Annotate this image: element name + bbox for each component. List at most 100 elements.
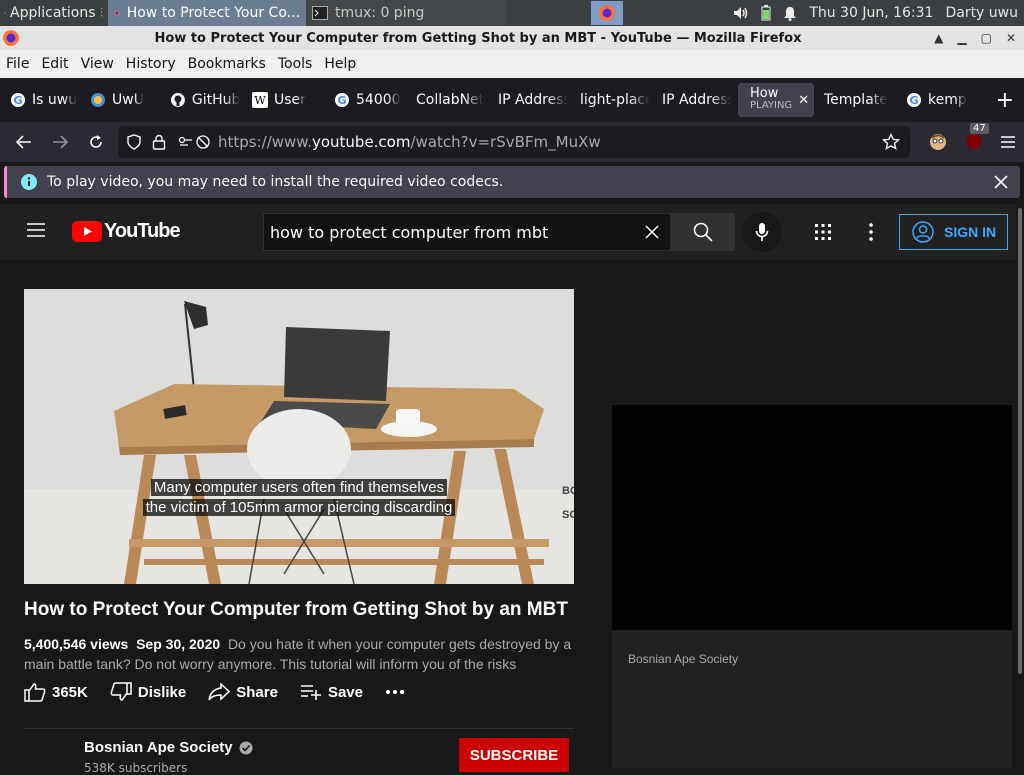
- clear-search-icon[interactable]: [644, 224, 660, 240]
- menu-view[interactable]: View: [75, 56, 120, 72]
- channel-name: Bosnian Ape Society: [84, 739, 233, 756]
- reload-button[interactable]: [78, 124, 114, 160]
- tab-label: 54000: [356, 92, 401, 108]
- tab-54000[interactable]: G 54000: [328, 83, 410, 117]
- tab-github[interactable]: GitHub: [164, 83, 246, 117]
- tab-is-uwu[interactable]: G Is uwu: [4, 83, 84, 117]
- tab-light-place[interactable]: light-place: [574, 83, 656, 117]
- taskbar-task-firefox[interactable]: How to Protect Your Co...: [108, 0, 306, 26]
- page-scrollbar[interactable]: [1016, 204, 1024, 768]
- tab-label: kemp: [928, 92, 967, 108]
- sign-in-label: SIGN IN: [944, 224, 997, 240]
- search-input[interactable]: how to protect computer from mbt: [263, 213, 671, 251]
- secondary-video-info: Bosnian Ape Society: [612, 630, 1012, 768]
- address-bar[interactable]: https://www.youtube.com/watch?v=rSvBFm_M…: [118, 126, 910, 158]
- subscribe-button[interactable]: SUBSCRIBE: [459, 738, 569, 772]
- ublock-extension-button[interactable]: 47: [964, 123, 989, 152]
- extension-face-icon[interactable]: [928, 132, 948, 152]
- xfce-icon: [4, 12, 6, 14]
- scrollbar-thumb[interactable]: [1018, 208, 1022, 674]
- svg-text:W: W: [254, 94, 266, 107]
- youtube-wordmark: YouTube: [104, 220, 181, 242]
- tab-strip: G Is uwu UwU GitHub W User G 54000 Colla…: [0, 78, 1024, 122]
- caption-text-2: the victim of 105mm armor piercing disca…: [142, 499, 456, 516]
- more-actions-icon[interactable]: [385, 689, 405, 695]
- save-button[interactable]: Save: [300, 684, 363, 701]
- guide-menu-icon[interactable]: [26, 222, 46, 238]
- notification-bell-icon[interactable]: [783, 6, 797, 21]
- tab-ip-address-2[interactable]: IP Address: [656, 83, 738, 117]
- channel-name-link[interactable]: Bosnian Ape Society: [84, 739, 253, 756]
- hamburger-menu-icon[interactable]: [1000, 135, 1016, 149]
- minimize-button[interactable]: ▁: [957, 31, 966, 45]
- menu-history[interactable]: History: [120, 56, 182, 72]
- secondary-channel-name[interactable]: Bosnian Ape Society: [628, 652, 738, 666]
- dislike-label: Dislike: [137, 683, 187, 701]
- google-icon: G: [907, 93, 921, 107]
- like-count: 365K: [52, 683, 88, 701]
- apps-grid-icon[interactable]: [814, 223, 832, 241]
- ext-badge: 47: [970, 123, 989, 134]
- menu-file[interactable]: File: [0, 56, 35, 72]
- video-description[interactable]: 5,400,546 views Sep 30, 2020 Do you hate…: [24, 634, 574, 674]
- ublock-icon: [967, 134, 981, 150]
- taskbar-task-terminal[interactable]: tmux: 0 ping: [306, 0, 506, 26]
- youtube-logo[interactable]: YouTube: [72, 220, 181, 243]
- tab-kemp[interactable]: G kemp: [900, 83, 980, 117]
- tab-uwu[interactable]: UwU: [84, 83, 164, 117]
- menu-tools[interactable]: Tools: [272, 56, 319, 72]
- shield-icon[interactable]: [126, 134, 142, 150]
- settings-more-icon[interactable]: [862, 222, 880, 242]
- maximize-button[interactable]: ▢: [981, 31, 992, 45]
- task-label: How to Protect Your Co...: [126, 5, 300, 21]
- secondary-video-player[interactable]: [612, 405, 1012, 630]
- arrow-right-icon: [53, 135, 68, 149]
- caption-line-2: the victim of 105mm armor piercing disca…: [24, 499, 574, 516]
- menu-help[interactable]: Help: [318, 56, 362, 72]
- add-to-playlist-icon: [300, 685, 321, 700]
- github-icon: [170, 93, 185, 107]
- tab-wikipedia-user[interactable]: W User: [246, 83, 328, 117]
- close-window-button[interactable]: ✕: [1006, 31, 1016, 45]
- svg-text:G: G: [337, 94, 346, 107]
- uwu-site-icon: [91, 93, 105, 107]
- video-overlay-text-2: SO: [562, 509, 574, 521]
- close-tab-icon[interactable]: ✕: [798, 93, 809, 108]
- forward-button[interactable]: [42, 124, 78, 160]
- video-player[interactable]: Many computer users often find themselve…: [24, 289, 574, 584]
- close-icon[interactable]: [994, 175, 1008, 189]
- task-label: tmux: 0 ping: [335, 5, 425, 21]
- view-count: 5,400,546 views: [24, 636, 129, 652]
- battery-icon[interactable]: [761, 5, 771, 21]
- star-icon[interactable]: [882, 133, 900, 151]
- permissions-icon[interactable]: [178, 134, 212, 150]
- volume-icon[interactable]: [733, 6, 749, 20]
- menu-bookmarks[interactable]: Bookmarks: [182, 56, 272, 72]
- clock[interactable]: Thu 30 Jun, 16:31: [809, 5, 933, 21]
- share-button[interactable]: Share: [208, 683, 278, 701]
- google-icon: G: [11, 93, 25, 107]
- tab-label: IP Address: [662, 92, 732, 108]
- sign-in-button[interactable]: SIGN IN: [899, 214, 1008, 250]
- tab-label: light-place: [580, 92, 650, 108]
- voice-search-button[interactable]: [742, 212, 782, 252]
- menu-edit[interactable]: Edit: [35, 56, 74, 72]
- like-button[interactable]: 365K: [24, 682, 88, 702]
- tab-ip-address-1[interactable]: IP Address: [492, 83, 574, 117]
- back-button[interactable]: [6, 124, 42, 160]
- new-tab-button[interactable]: +: [996, 88, 1014, 113]
- applications-menu[interactable]: Applications ⁝: [0, 0, 108, 26]
- chevron-up-icon[interactable]: ▲: [934, 31, 943, 45]
- video-frame-desk-scene: [24, 289, 574, 584]
- lock-icon[interactable]: [152, 134, 166, 150]
- tab-template[interactable]: Template: [818, 83, 900, 117]
- dislike-button[interactable]: Dislike: [110, 682, 186, 702]
- separator: ⁝: [99, 5, 104, 21]
- tab-youtube-active[interactable]: How PLAYING ✕: [738, 83, 814, 117]
- url-path: /watch?v=rSvBFm_MuXw: [410, 133, 601, 151]
- firefox-icon: [599, 5, 616, 21]
- pinned-firefox-launcher[interactable]: [591, 1, 624, 25]
- tab-collabnet[interactable]: CollabNet: [410, 83, 492, 117]
- user-menu[interactable]: Darty uwu: [945, 5, 1018, 21]
- search-button[interactable]: [671, 213, 735, 251]
